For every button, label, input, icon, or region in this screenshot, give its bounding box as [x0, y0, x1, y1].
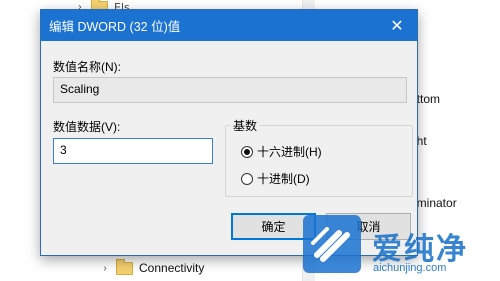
chevron-right-icon: ›	[103, 262, 107, 274]
radio-selected-icon	[241, 145, 253, 158]
tree-item-connectivity[interactable]: › Connectivity	[100, 258, 204, 278]
tree-item-label: Connectivity	[139, 261, 205, 275]
close-icon: ✕	[390, 16, 404, 35]
value-data-input[interactable]: 3	[53, 138, 213, 164]
watermark-logo-icon	[311, 227, 350, 262]
radio-hexadecimal[interactable]: 十六进制(H)	[241, 143, 322, 160]
radio-label: 十六进制(H)	[257, 145, 322, 159]
watermark-url: aichunjing.com	[373, 262, 447, 274]
radio-decimal[interactable]: 十进制(D)	[241, 170, 310, 187]
value-name-label: 数值名称(N):	[53, 60, 121, 74]
edit-dword-dialog: 编辑 DWORD (32 位)值 ✕ 数值名称(N): Scaling 数值数据…	[40, 9, 418, 256]
value-name-field[interactable]: Scaling	[53, 77, 407, 103]
base-group-title: 基数	[230, 117, 261, 134]
close-button[interactable]: ✕	[377, 10, 417, 41]
dialog-title: 编辑 DWORD (32 位)值	[49, 20, 181, 34]
watermark-logo	[303, 215, 361, 273]
value-data-label: 数值数据(V):	[53, 120, 121, 134]
dialog-titlebar[interactable]: 编辑 DWORD (32 位)值 ✕	[41, 10, 417, 41]
radio-label: 十进制(D)	[257, 172, 310, 186]
ok-button-label: 确定	[261, 220, 286, 234]
radio-unselected-icon	[241, 172, 253, 185]
folder-icon	[116, 258, 133, 275]
